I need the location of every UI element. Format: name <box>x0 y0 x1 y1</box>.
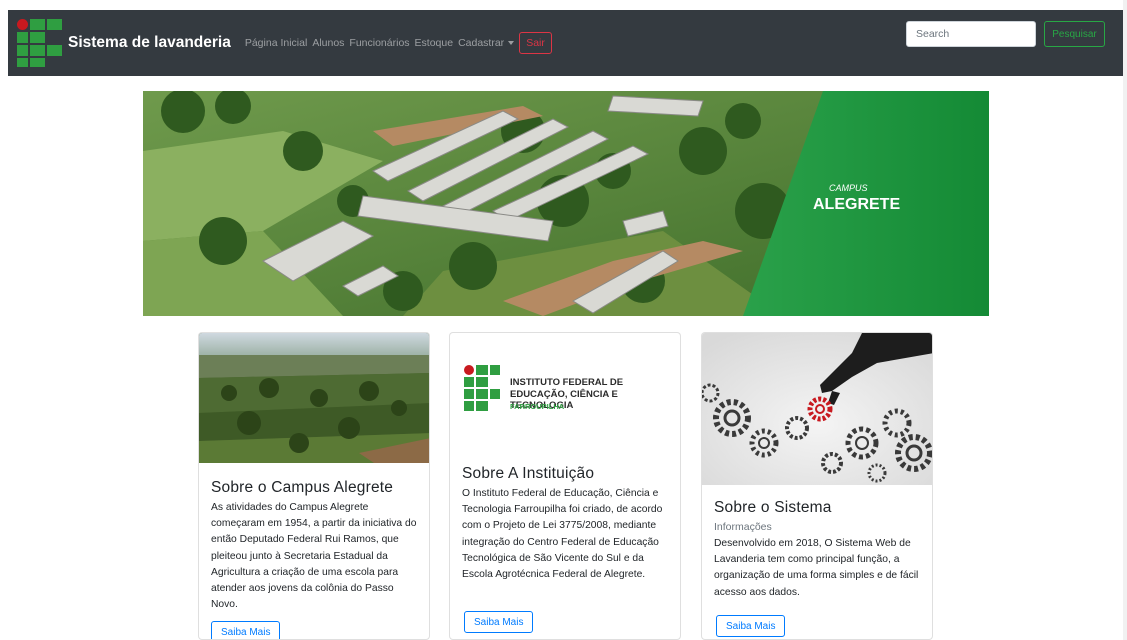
nav-link-funcionarios[interactable]: Funcionários <box>349 37 409 49</box>
card-title: Sobre o Sistema <box>714 499 832 516</box>
if-logo-line3: FARROUPILHA <box>510 402 565 411</box>
card-instituicao-body: Sobre A Instituição O Instituto Federal … <box>462 465 670 583</box>
card-sistema-body: Sobre o Sistema Informações Desenvolvido… <box>714 499 922 601</box>
search-button[interactable]: Pesquisar <box>1044 21 1105 47</box>
hero-banner: CAMPUS ALEGRETE <box>143 91 989 316</box>
nav-link-alunos[interactable]: Alunos <box>312 37 344 49</box>
hero-campus-small: CAMPUS <box>829 183 868 193</box>
if-logo-line1: INSTITUTO FEDERAL DE <box>510 377 624 388</box>
nav-link-estoque[interactable]: Estoque <box>415 37 454 49</box>
caret-down-icon <box>508 41 515 45</box>
saiba-mais-button[interactable]: Saiba Mais <box>211 621 281 639</box>
card-subtitle: Informações <box>714 521 772 533</box>
gears-hand-image <box>702 333 932 485</box>
card-instituicao: INSTITUTO FEDERAL DE EDUCAÇÃO, CIÊNCIA E… <box>449 332 681 640</box>
card-text: Desenvolvido em 2018, O Sistema Web de L… <box>714 538 919 598</box>
card-text: O Instituto Federal de Educação, Ciência… <box>462 488 663 581</box>
nav-links: Página Inicial Alunos Funcionários Estoq… <box>245 32 552 54</box>
page-scrollbar[interactable] <box>1123 0 1127 640</box>
card-campus-body: Sobre o Campus Alegrete As atividades do… <box>211 479 419 613</box>
if-logo-icon <box>17 19 63 67</box>
card-sistema: Sobre o Sistema Informações Desenvolvido… <box>701 332 933 640</box>
card-text: As atividades do Campus Alegrete começar… <box>211 502 417 611</box>
brand-title[interactable]: Sistema de lavanderia <box>68 34 231 52</box>
saiba-mais-button[interactable]: Saiba Mais <box>464 611 534 633</box>
card-campus: Sobre o Campus Alegrete As atividades do… <box>198 332 430 640</box>
brand[interactable]: Sistema de lavanderia <box>17 19 231 67</box>
campus-aerial-image: CAMPUS ALEGRETE <box>143 91 989 316</box>
card-title: Sobre o Campus Alegrete <box>211 479 394 496</box>
nav-dropdown-label[interactable]: Cadastrar <box>458 37 504 49</box>
nav-link-home[interactable]: Página Inicial <box>245 37 307 49</box>
campus-landscape-image <box>199 333 429 463</box>
search-input[interactable] <box>906 21 1036 47</box>
saiba-mais-button[interactable]: Saiba Mais <box>716 615 786 637</box>
if-farroupilha-logo-icon <box>464 365 500 411</box>
logout-button[interactable]: Sair <box>519 32 552 54</box>
card-title: Sobre A Instituição <box>462 465 595 482</box>
hero-campus-big: ALEGRETE <box>813 196 900 213</box>
nav-dropdown-cadastrar[interactable]: Cadastrar <box>458 37 519 49</box>
